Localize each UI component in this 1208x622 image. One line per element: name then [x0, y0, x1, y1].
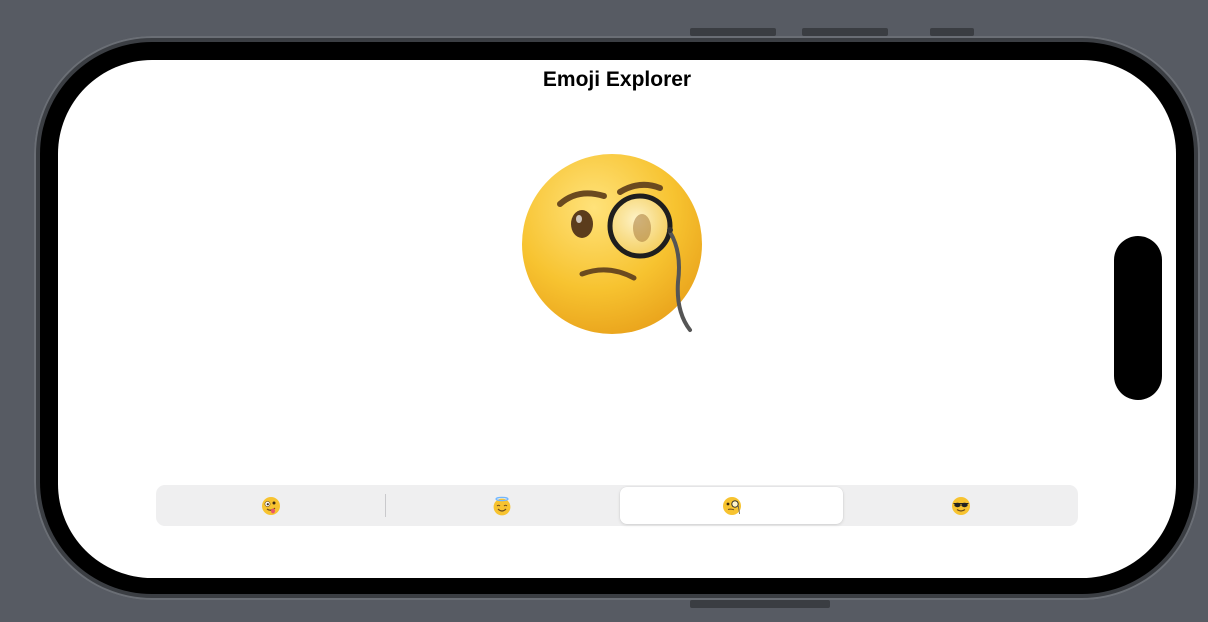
smiling-face-with-sunglasses-icon — [952, 496, 970, 515]
face-with-monocle-icon — [522, 154, 702, 334]
phone-screen: Emoji Explorer — [58, 60, 1176, 578]
segment-zany-face[interactable] — [158, 487, 384, 524]
action-button[interactable] — [930, 28, 974, 36]
segment-divider — [385, 494, 386, 517]
smiling-face-with-halo-icon — [493, 496, 511, 515]
page-title: Emoji Explorer — [542, 68, 692, 91]
dynamic-island — [1114, 236, 1162, 400]
power-button[interactable] — [690, 600, 830, 608]
segment-sunglasses-face[interactable] — [846, 487, 1076, 524]
volume-up-button[interactable] — [690, 28, 776, 36]
segment-monocle-face[interactable] — [620, 487, 843, 524]
emoji-segmented-control — [156, 485, 1078, 526]
simulator-stage: Emoji Explorer — [0, 0, 1208, 622]
volume-down-button[interactable] — [802, 28, 888, 36]
face-with-monocle-icon — [722, 496, 741, 515]
segment-halo-face[interactable] — [388, 487, 616, 524]
zany-face-icon — [262, 496, 280, 515]
